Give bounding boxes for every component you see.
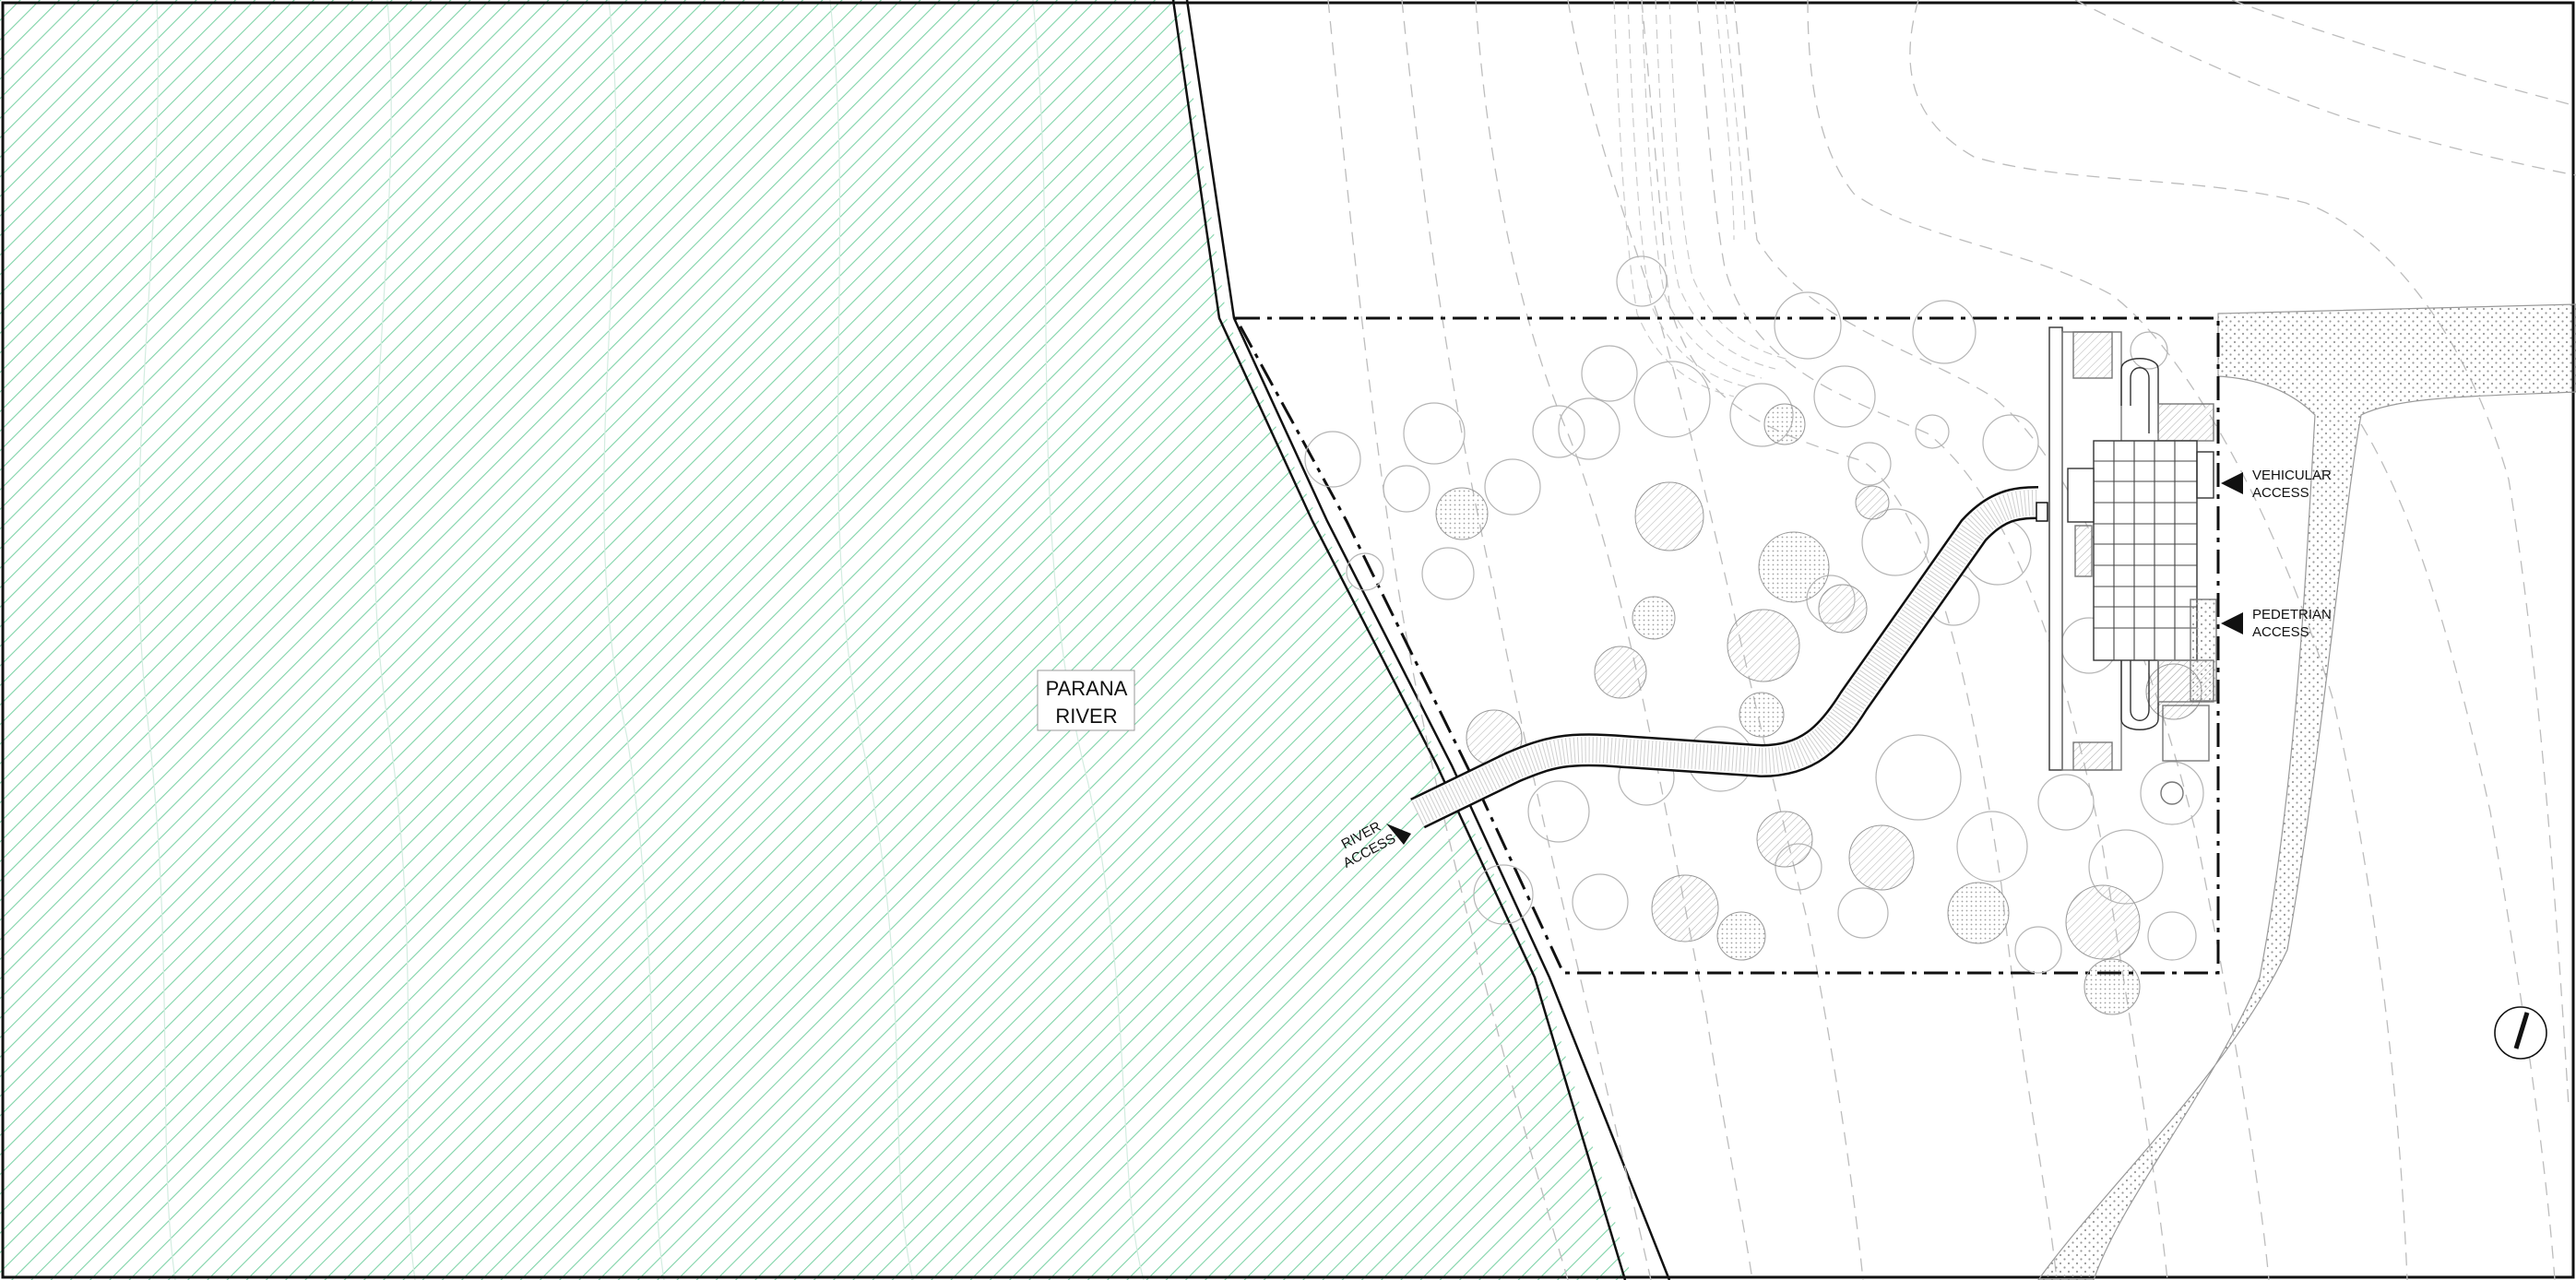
north-arrow-icon [2494, 1006, 2547, 1060]
vehicular-access-line2: ACCESS [2252, 485, 2309, 501]
pedestrian-access-line1: PEDETRIAN [2252, 607, 2332, 622]
pedestrian-access-marker [2221, 612, 2243, 634]
site-plan: PARANA RIVER VEHICULAR ACCESS PEDETRIAN … [0, 0, 2576, 1280]
vehicular-access-marker [2221, 472, 2243, 494]
river-label-line1: PARANA [1046, 677, 1128, 700]
steep-contours [1613, 0, 1790, 397]
house-plan [2048, 326, 2217, 805]
vehicular-access-line1: VEHICULAR [2252, 468, 2332, 483]
pedestrian-access-line2: ACCESS [2252, 624, 2309, 640]
river-label-line2: RIVER [1055, 705, 1117, 728]
